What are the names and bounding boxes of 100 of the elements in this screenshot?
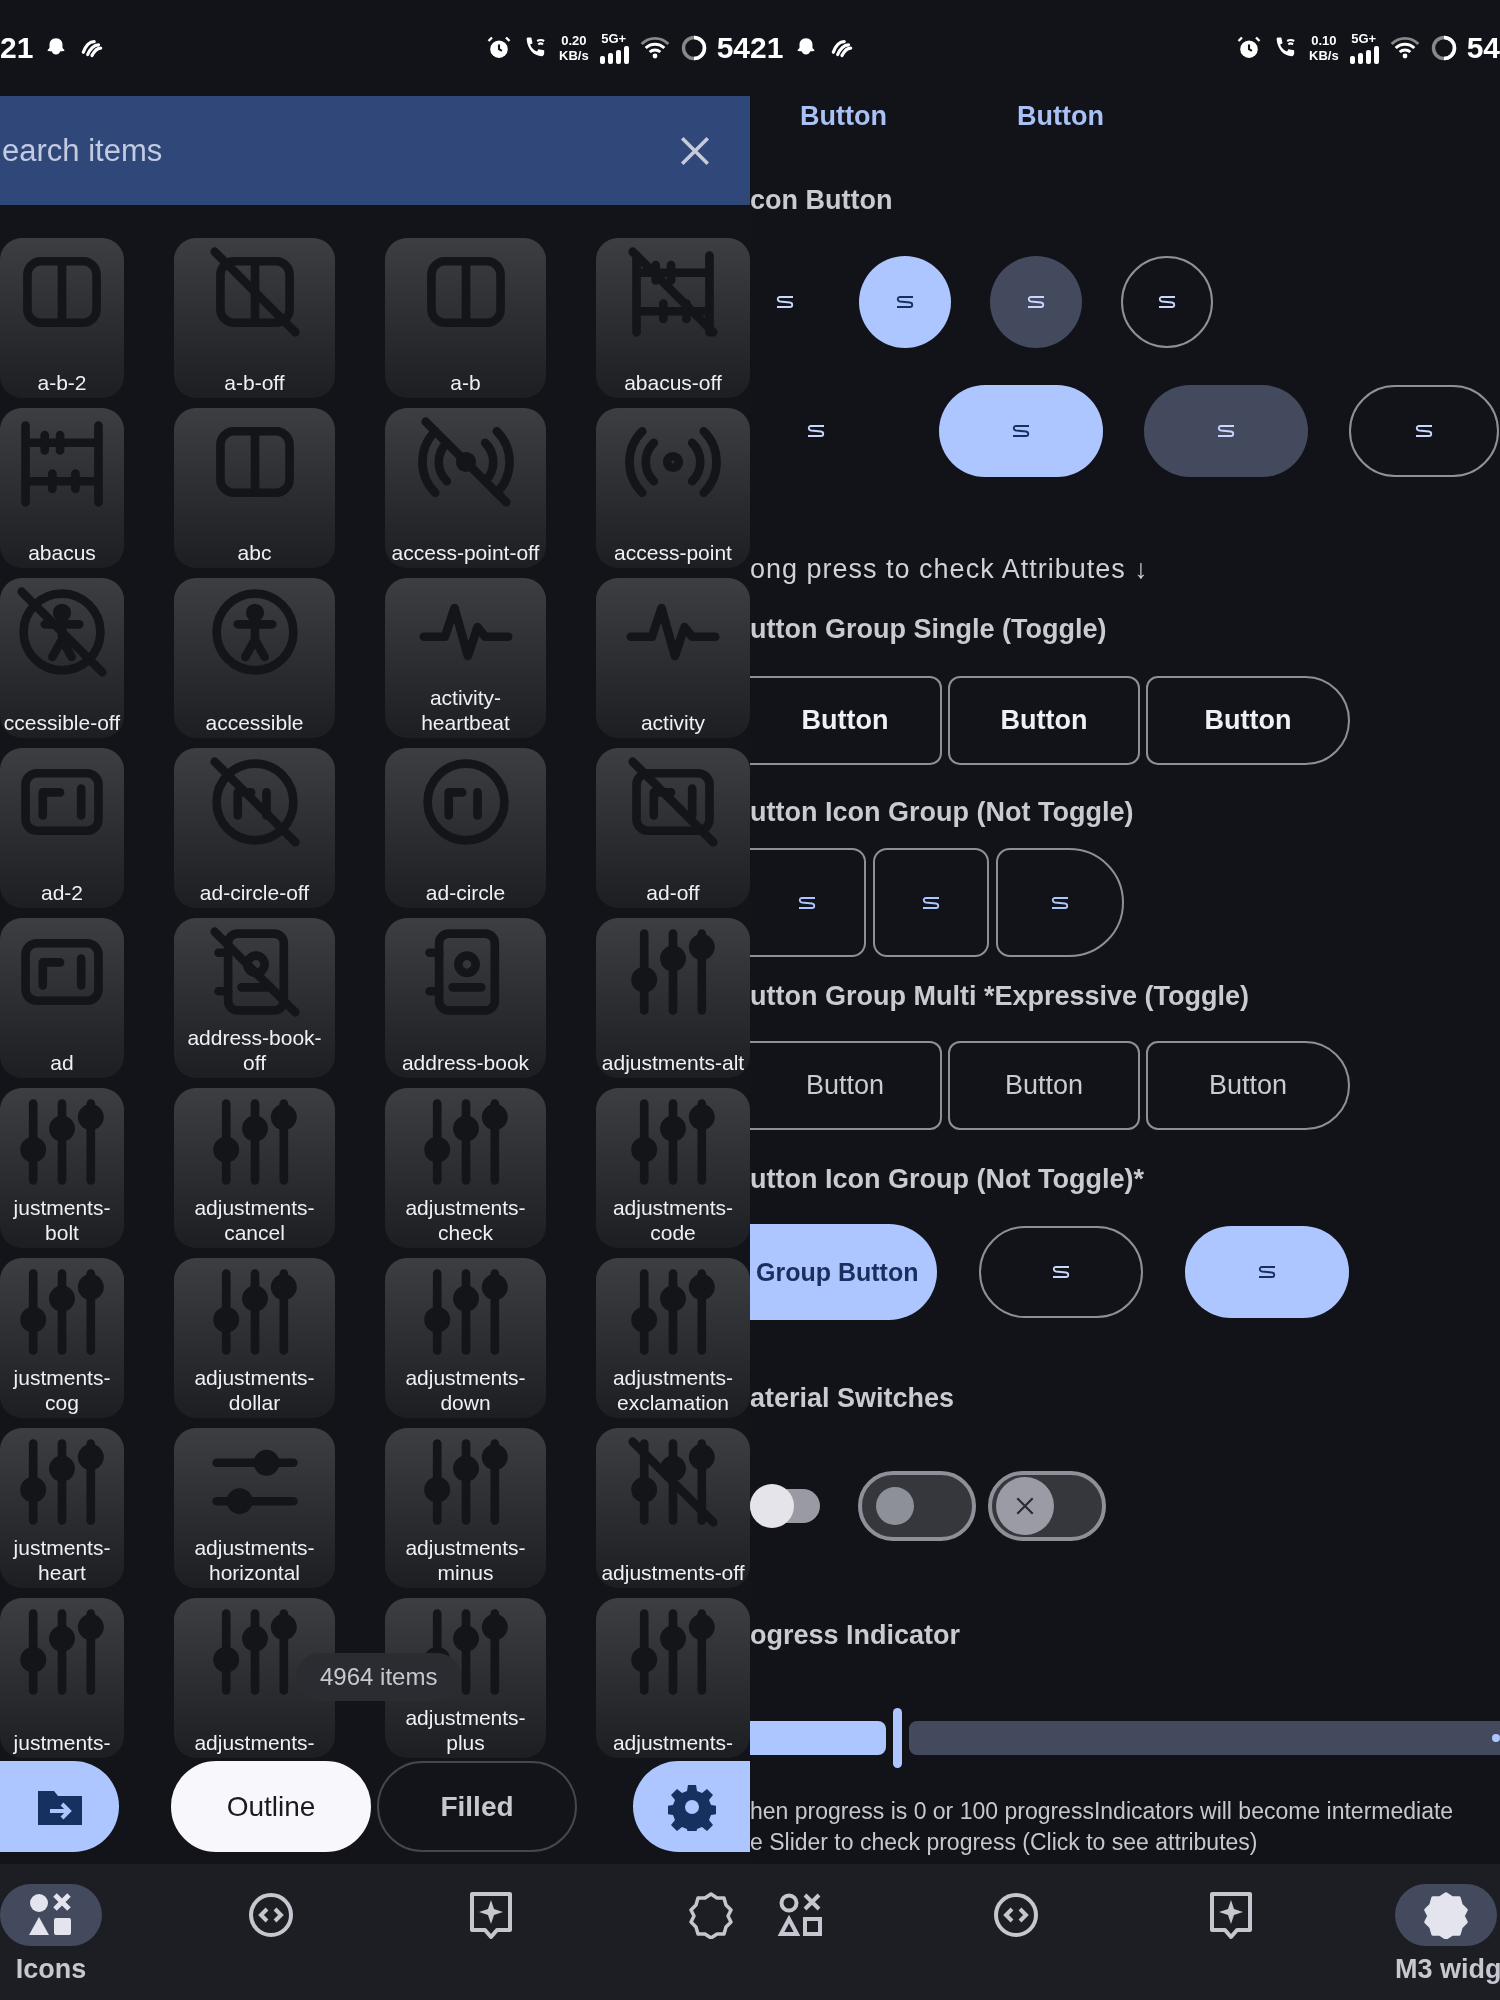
signal-icon xyxy=(597,46,630,64)
icon-name: abacus xyxy=(27,540,97,565)
battery-level: 54 xyxy=(716,31,750,65)
signal-icon xyxy=(1347,46,1380,64)
icon-name: abc xyxy=(236,540,273,565)
icon-tile[interactable]: adjustments-code xyxy=(596,1088,750,1248)
search-field[interactable]: earch items xyxy=(0,96,750,205)
icon-name: ad-off xyxy=(645,880,701,905)
icon-tile[interactable]: adjustments-check xyxy=(385,1088,546,1248)
icon-tile[interactable]: adjustments-dollar xyxy=(174,1258,335,1418)
icon-button[interactable] xyxy=(1121,256,1213,348)
group-button[interactable]: Button xyxy=(948,1041,1140,1130)
icon-name: address-book-off xyxy=(186,1025,323,1075)
squiggle-icon xyxy=(1157,295,1177,309)
icon-tile[interactable]: address-book xyxy=(385,918,546,1078)
icon-tile[interactable]: ccessible-off xyxy=(0,578,124,738)
note-text: hen progress is 0 or 100 progressIndicators will become intermediate xyxy=(750,1797,1455,1826)
battery-level: 54 xyxy=(1466,31,1500,65)
icon-button[interactable] xyxy=(979,1226,1143,1318)
group-icon-button[interactable] xyxy=(873,848,989,957)
icon-tile[interactable]: ad-circle xyxy=(385,748,546,908)
import-button[interactable] xyxy=(0,1761,119,1852)
icon-tile[interactable]: a-b-off xyxy=(174,238,335,398)
icon-button[interactable] xyxy=(1349,385,1499,477)
icon-name: adjustments-cancel xyxy=(193,1195,316,1245)
text-button[interactable]: Button xyxy=(800,100,887,132)
hint-text: ong press to check Attributes ↓ xyxy=(750,553,1150,586)
squiggle-icon xyxy=(921,895,941,910)
icon-name: adjustments-check xyxy=(404,1195,527,1245)
icon-tile[interactable]: ad-off xyxy=(596,748,750,908)
icon-tile[interactable]: adjustments-cancel xyxy=(174,1088,335,1248)
toggle-switch[interactable] xyxy=(750,1484,820,1528)
section-heading: utton Icon Group (Not Toggle) xyxy=(750,796,1135,829)
text-button[interactable]: Button xyxy=(1016,100,1104,132)
icon-tile[interactable]: ad-circle-off xyxy=(174,748,335,908)
icon-tile[interactable]: abacus-off xyxy=(596,238,750,398)
section-heading: utton Icon Group (Not Toggle)* xyxy=(750,1163,1145,1196)
icon-name: accessible xyxy=(204,710,305,735)
squiggle-icon xyxy=(1414,424,1434,438)
icon-tile[interactable]: adjustments- xyxy=(596,1598,750,1758)
status-time: 21 xyxy=(0,31,34,65)
icon-name: ad-circle xyxy=(424,880,507,905)
icon-name: adjustments-minus xyxy=(404,1535,527,1585)
icon-name: justments- xyxy=(12,1730,112,1755)
icon-tile[interactable]: adjustments-down xyxy=(385,1258,546,1418)
icon-name: activity xyxy=(639,710,707,735)
group-icon-button[interactable] xyxy=(750,848,866,957)
icon-name: justments-bolt xyxy=(12,1195,112,1245)
icon-name: access-point xyxy=(613,540,733,565)
group-button[interactable]: Button xyxy=(1146,1041,1350,1130)
icon-name: access-point-off xyxy=(390,540,541,565)
crossed-sliders-icon xyxy=(625,1434,721,1530)
network-speed: 0.20 xyxy=(561,33,587,48)
icon-tile[interactable]: ad-2 xyxy=(0,748,124,908)
style-toggle[interactable]: Outline xyxy=(171,1761,371,1852)
sparkle-message-icon xyxy=(467,1890,515,1940)
group-button[interactable]: Button xyxy=(750,1041,942,1130)
icon-tile[interactable]: adjustments-horizontal xyxy=(174,1428,335,1588)
icon-tile[interactable]: a-b xyxy=(385,238,546,398)
badge-icon xyxy=(687,1891,735,1939)
icon-tile[interactable]: address-book-off xyxy=(174,918,335,1078)
style-toggle[interactable]: Filled xyxy=(377,1761,577,1852)
icon-tile[interactable]: abacus xyxy=(0,408,124,568)
settings-button[interactable] xyxy=(633,1761,750,1852)
icon-tile[interactable]: activity-heartbeat xyxy=(385,578,546,738)
icon-tile[interactable]: adjustments-alt xyxy=(596,918,750,1078)
icon-tile[interactable]: justments-heart xyxy=(0,1428,124,1588)
slider-handle[interactable] xyxy=(893,1708,902,1768)
icon-tile[interactable]: adjustments-off xyxy=(596,1428,750,1588)
item-count-tooltip: 4964 items xyxy=(296,1653,462,1701)
group-icon-button[interactable] xyxy=(996,848,1124,957)
section-heading: utton Group Single (Toggle) xyxy=(750,613,1108,646)
section-heading: con Button xyxy=(750,184,894,217)
icon-tile[interactable]: justments-bolt xyxy=(0,1088,124,1248)
icon-name: adjustments-exclamation xyxy=(611,1365,735,1415)
icon-tile[interactable]: justments-cog xyxy=(0,1258,124,1418)
squiggle-icon xyxy=(1026,295,1046,309)
group-button[interactable]: Button xyxy=(1146,676,1350,765)
group-button[interactable]: Button xyxy=(750,676,942,765)
icon-name: adjustments-alt xyxy=(600,1050,746,1075)
icon-tile[interactable]: access-point-off xyxy=(385,408,546,568)
progress-slider[interactable] xyxy=(750,1708,1500,1768)
icon-tile[interactable]: a-b-2 xyxy=(0,238,124,398)
group-button[interactable]: Group Button xyxy=(750,1224,937,1320)
icon-tile[interactable]: justments- xyxy=(0,1598,124,1758)
icon-tile[interactable]: adjustments-minus xyxy=(385,1428,546,1588)
group-button[interactable]: Button xyxy=(948,676,1140,765)
icon-tile[interactable]: access-point xyxy=(596,408,750,568)
badge-icon xyxy=(1422,1891,1470,1939)
settings-icon xyxy=(667,1782,716,1831)
icon-tile[interactable]: accessible xyxy=(174,578,335,738)
icon-tile[interactable]: adjustments-exclamation xyxy=(596,1258,750,1418)
icon-tile[interactable]: ad xyxy=(0,918,124,1078)
icon-name: adjustments-plus xyxy=(404,1705,527,1755)
squiggle-icon xyxy=(1011,424,1031,438)
icon-tile[interactable]: abc xyxy=(174,408,335,568)
icon-tile[interactable]: activity xyxy=(596,578,750,738)
squiggle-icon xyxy=(1051,1265,1071,1279)
network-speed: 0.10 xyxy=(1311,33,1337,48)
icon-name: adjustments- xyxy=(611,1730,735,1755)
